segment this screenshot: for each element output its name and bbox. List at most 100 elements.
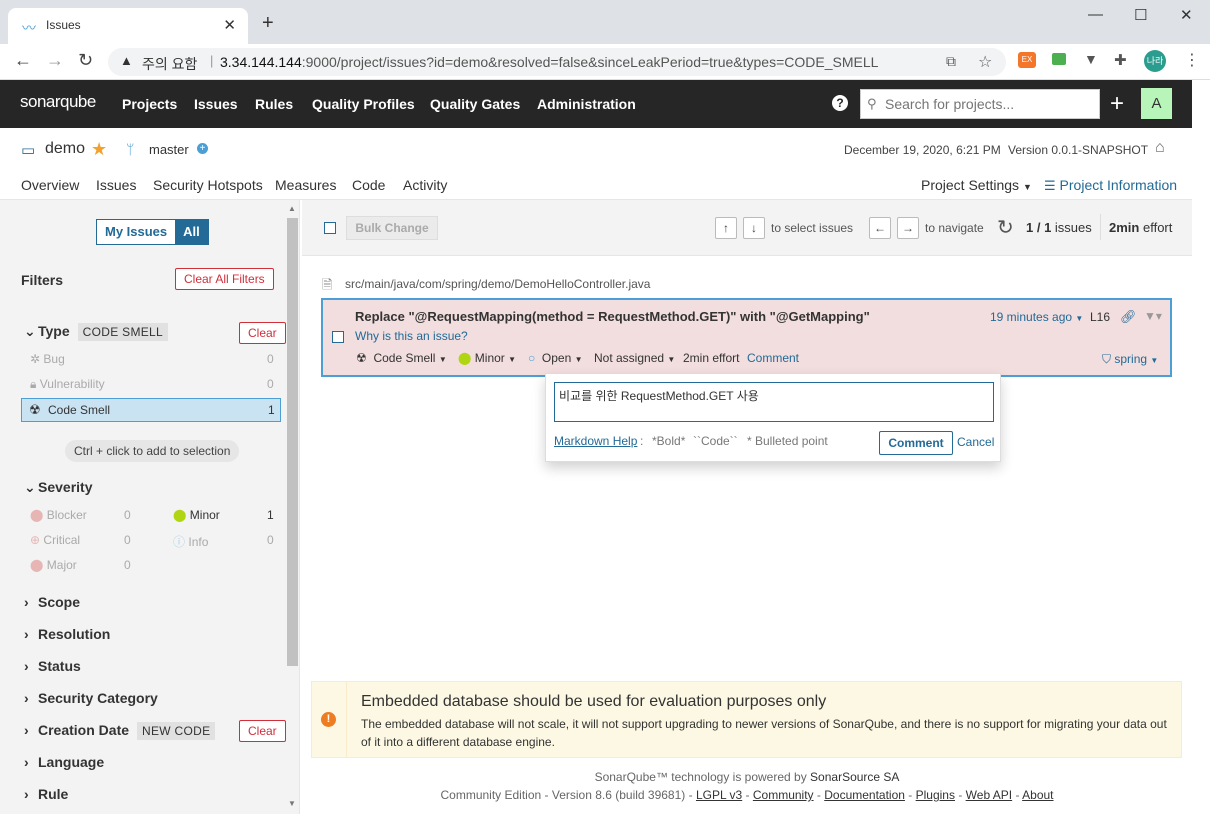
maximize-icon[interactable]: ☐ <box>1134 6 1147 24</box>
home-icon[interactable]: ⌂ <box>1155 139 1165 157</box>
type-clear-button[interactable]: Clear <box>239 322 286 344</box>
project-information-link[interactable]: ☰ Project Information <box>1044 177 1177 194</box>
reload-issues-icon[interactable]: ↻ <box>997 215 1014 240</box>
close-tab-icon[interactable]: ✕ <box>223 16 236 34</box>
cancel-comment-link[interactable]: Cancel <box>957 435 994 449</box>
scope-facet-header[interactable]: › Scope <box>24 594 80 610</box>
new-tab-icon[interactable]: + <box>262 12 274 35</box>
project-name[interactable]: demo <box>45 140 85 158</box>
footer-link-web-api[interactable]: Web API <box>966 788 1012 802</box>
branch-name[interactable]: master <box>149 142 189 157</box>
issue-card[interactable]: Replace "@RequestMapping(method = Reques… <box>321 298 1172 377</box>
branch-info-icon[interactable]: + <box>197 143 208 154</box>
extensions-puzzle-icon[interactable]: ✚ <box>1114 51 1127 69</box>
profile-avatar[interactable]: 나라 <box>1144 50 1166 72</box>
nav-quality-profiles[interactable]: Quality Profiles <box>312 96 415 112</box>
tab-overview[interactable]: Overview <box>21 177 79 193</box>
browser-menu-icon[interactable]: ⋮ <box>1184 50 1200 70</box>
security-category-facet-title: Security Category <box>38 690 158 706</box>
footer-link-about[interactable]: About <box>1022 788 1053 802</box>
issue-assignee-dropdown[interactable]: Not assigned ▼ <box>594 351 675 365</box>
tab-measures[interactable]: Measures <box>275 177 336 193</box>
security-category-facet-header[interactable]: › Security Category <box>24 690 158 706</box>
bookmark-star-icon[interactable]: ☆ <box>978 52 992 72</box>
creation-date-clear-button[interactable]: Clear <box>239 720 286 742</box>
permalink-icon[interactable]: 🔗︎ <box>1120 309 1137 325</box>
creation-date-facet-title: Creation Date <box>38 722 130 738</box>
severity-minor[interactable]: ⬤ Minor <box>173 508 220 522</box>
issue-severity-dropdown[interactable]: ⬤ Minor ▼ <box>458 351 516 365</box>
arrow-up-key-icon: ↑ <box>715 217 737 239</box>
issue-tags-dropdown[interactable]: ⛉ spring ▼ <box>1102 352 1158 367</box>
footer-link-community[interactable]: Community <box>753 788 814 802</box>
project-settings-menu[interactable]: Project Settings ▼ <box>921 177 1032 193</box>
close-window-icon[interactable]: ✕ <box>1180 6 1193 24</box>
type-bug[interactable]: ✲ Bug <box>30 352 65 366</box>
severity-major[interactable]: ⬤ Major <box>30 558 77 572</box>
issue-message[interactable]: Replace "@RequestMapping(method = Reques… <box>355 309 870 324</box>
back-icon[interactable]: ← <box>14 50 32 71</box>
creation-date-facet-header[interactable]: › Creation Date NEW CODE <box>24 722 216 740</box>
nav-rules[interactable]: Rules <box>255 96 293 112</box>
severity-facet-header[interactable]: ⌄ Severity <box>24 479 92 496</box>
sonarqube-logo[interactable]: sonarqube <box>20 92 96 112</box>
clear-all-filters-button[interactable]: Clear All Filters <box>175 268 274 290</box>
bulk-change-button[interactable]: Bulk Change <box>346 216 438 240</box>
favorite-star-icon[interactable]: ★ <box>91 139 107 160</box>
translate-icon[interactable]: ⧉ <box>946 53 956 70</box>
resolution-facet-header[interactable]: › Resolution <box>24 626 110 642</box>
file-path[interactable]: src/main/java/com/spring/demo/DemoHelloC… <box>345 277 650 291</box>
filter-icon[interactable]: ▼▾ <box>1144 309 1162 323</box>
type-code-smell-selected[interactable]: ☢ Code Smell 1 <box>21 398 281 422</box>
comment-textarea[interactable]: 비교를 위한 RequestMethod.GET 사용 <box>554 382 994 422</box>
extension-ex-icon[interactable]: EX <box>1018 52 1036 68</box>
tab-security-hotspots[interactable]: Security Hotspots <box>153 177 263 193</box>
my-issues-button[interactable]: My Issues <box>97 220 176 244</box>
type-vulnerability[interactable]: 🔒︎ Vulnerability <box>30 377 105 392</box>
extension-v-icon[interactable]: ▼ <box>1084 51 1098 67</box>
scroll-down-icon[interactable]: ▼ <box>288 799 296 808</box>
extension-green-icon[interactable] <box>1052 53 1066 65</box>
issue-age[interactable]: 19 minutes ago ▼ <box>990 310 1083 324</box>
nav-issues[interactable]: Issues <box>194 96 238 112</box>
create-plus-icon[interactable]: + <box>1110 90 1124 118</box>
tab-code[interactable]: Code <box>352 177 385 193</box>
nav-administration[interactable]: Administration <box>537 96 636 112</box>
footer-link-lgpl[interactable]: LGPL v3 <box>696 788 742 802</box>
user-avatar[interactable]: A <box>1141 88 1172 119</box>
tab-activity[interactable]: Activity <box>403 177 447 193</box>
search-input[interactable] <box>885 94 1095 114</box>
language-facet-header[interactable]: › Language <box>24 754 104 770</box>
reload-icon[interactable]: ↻ <box>78 50 93 71</box>
issue-status-dropdown[interactable]: ○ Open ▼ <box>528 351 583 365</box>
url-text[interactable]: 3.34.144.144:9000/project/issues?id=demo… <box>220 54 878 70</box>
nav-quality-gates[interactable]: Quality Gates <box>430 96 520 112</box>
nav-projects[interactable]: Projects <box>122 96 177 112</box>
severity-info[interactable]: ⓘ Info <box>173 533 208 550</box>
markdown-help-link[interactable]: Markdown Help <box>554 434 637 448</box>
select-all-checkbox[interactable] <box>324 222 336 234</box>
all-issues-button[interactable]: All <box>175 220 208 244</box>
project-search[interactable]: ⚲ <box>860 89 1100 119</box>
status-facet-header[interactable]: › Status <box>24 658 81 674</box>
severity-critical[interactable]: ⊕ Critical <box>30 533 80 547</box>
type-facet-header[interactable]: ⌄ Type CODE SMELL <box>24 323 168 341</box>
minimize-icon[interactable]: — <box>1088 6 1103 23</box>
issue-checkbox[interactable] <box>332 331 344 343</box>
help-icon[interactable]: ? <box>832 95 848 111</box>
why-is-this-an-issue-link[interactable]: Why is this an issue? <box>355 329 468 343</box>
sonarsource-link[interactable]: SonarSource SA <box>810 770 899 784</box>
severity-blocker[interactable]: ⬤ Blocker <box>30 508 87 522</box>
address-bar[interactable]: ▲ 주의 요함 | 3.34.144.144:9000/project/issu… <box>108 48 1006 76</box>
footer-link-documentation[interactable]: Documentation <box>824 788 905 802</box>
scroll-up-icon[interactable]: ▲ <box>288 204 296 213</box>
forward-icon[interactable]: → <box>46 50 64 71</box>
url-host: 3.34.144.144 <box>220 54 302 70</box>
issue-type-dropdown[interactable]: ☢ Code Smell ▼ <box>356 351 447 365</box>
comment-link[interactable]: Comment <box>747 351 799 365</box>
rule-facet-header[interactable]: › Rule <box>24 786 68 802</box>
browser-tab[interactable]: 〰 Issues ✕ <box>8 8 248 44</box>
sidebar-scrollbar[interactable] <box>287 218 298 666</box>
footer-link-plugins[interactable]: Plugins <box>916 788 955 802</box>
submit-comment-button[interactable]: Comment <box>879 431 953 455</box>
